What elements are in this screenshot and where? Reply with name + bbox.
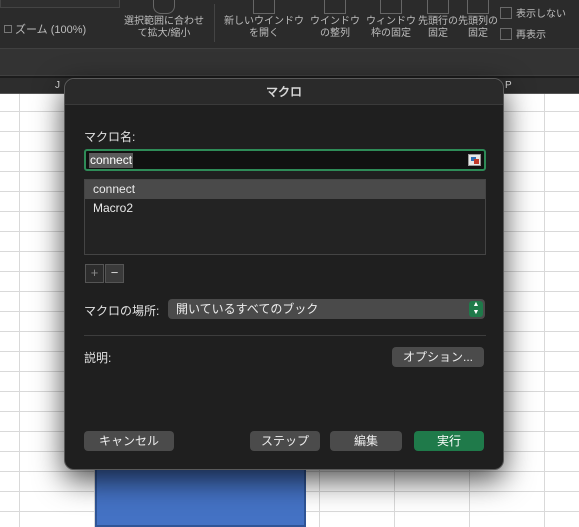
hide-label: 表示しない [516, 9, 566, 20]
hide-icon [500, 7, 512, 19]
options-button[interactable]: オプション... [392, 347, 484, 367]
freeze-col-label: 先頭列の固定 [458, 16, 498, 39]
freeze-panes-icon [380, 0, 402, 14]
selected-range [95, 468, 306, 527]
new-window-label: 新しいウインドウを開く [224, 16, 304, 39]
ribbon: ズーム (100%) 選択範囲に合わせて拡大/縮小 新しいウインドウを開く ウイ… [0, 0, 579, 48]
add-macro-button[interactable]: + [85, 264, 104, 283]
unhide-button[interactable]: 再表示 [500, 26, 546, 41]
column-j-header[interactable]: J [55, 80, 60, 91]
column-p-header[interactable]: P [505, 80, 512, 91]
zoom-label: ズーム (100%) [15, 24, 87, 36]
zoom-option[interactable]: ズーム (100%) [4, 21, 86, 37]
zoom-control[interactable] [0, 0, 120, 8]
macro-name-label: マクロ名: [84, 130, 136, 144]
unhide-icon [500, 28, 512, 40]
range-picker-icon[interactable] [468, 154, 481, 166]
arrange-label: ウインドウの整列 [310, 16, 360, 39]
step-button[interactable]: ステップ [250, 431, 320, 451]
excel-window: ズーム (100%) 選択範囲に合わせて拡大/縮小 新しいウインドウを開く ウイ… [0, 0, 579, 527]
ribbon-separator [214, 4, 215, 42]
macro-dialog: マクロ マクロ名: connect connect Macro2 + − マクロ… [64, 78, 504, 470]
arrange-icon [324, 0, 346, 14]
location-label: マクロの場所: [84, 304, 160, 318]
freeze-first-col-button[interactable]: 先頭列の固定 [458, 0, 498, 40]
divider [84, 335, 486, 336]
fit-selection-label: 選択範囲に合わせて拡大/縮小 [124, 16, 204, 39]
location-value: 開いているすべてのブック [176, 302, 319, 316]
hide-button[interactable]: 表示しない [500, 5, 566, 20]
unhide-label: 再表示 [516, 30, 546, 41]
new-window-icon [253, 0, 275, 14]
freeze-panes-button[interactable]: ウィンドウ枠の固定 [364, 0, 418, 40]
macro-name-value: connect [89, 153, 134, 168]
fit-selection-button[interactable]: 選択範囲に合わせて拡大/縮小 [120, 0, 208, 40]
chevron-updown-icon: ▲ ▼ [469, 301, 483, 317]
freeze-panes-label: ウィンドウ枠の固定 [366, 16, 416, 39]
run-button[interactable]: 実行 [414, 431, 484, 451]
description-label: 説明: [84, 351, 112, 365]
freeze-top-row-button[interactable]: 先頭行の固定 [418, 0, 458, 40]
new-window-button[interactable]: 新しいウインドウを開く [222, 0, 306, 40]
freeze-row-icon [427, 0, 449, 14]
location-select[interactable]: 開いているすべてのブック ▲ ▼ [168, 299, 485, 319]
freeze-row-label: 先頭行の固定 [418, 16, 458, 39]
freeze-col-icon [467, 0, 489, 14]
remove-macro-button[interactable]: − [105, 264, 124, 283]
edit-button[interactable]: 編集 [330, 431, 402, 451]
zoom-checkbox-icon [4, 25, 12, 33]
cancel-button[interactable]: キャンセル [84, 431, 174, 451]
arrange-windows-button[interactable]: ウインドウの整列 [308, 0, 362, 40]
list-item[interactable]: connect [85, 180, 485, 199]
dialog-title: マクロ [65, 79, 503, 105]
list-item[interactable]: Macro2 [85, 199, 485, 218]
magnifier-icon [153, 0, 175, 14]
macro-name-field[interactable]: connect [84, 149, 486, 171]
macro-list[interactable]: connect Macro2 [84, 179, 486, 255]
formula-bar-area [0, 48, 579, 76]
